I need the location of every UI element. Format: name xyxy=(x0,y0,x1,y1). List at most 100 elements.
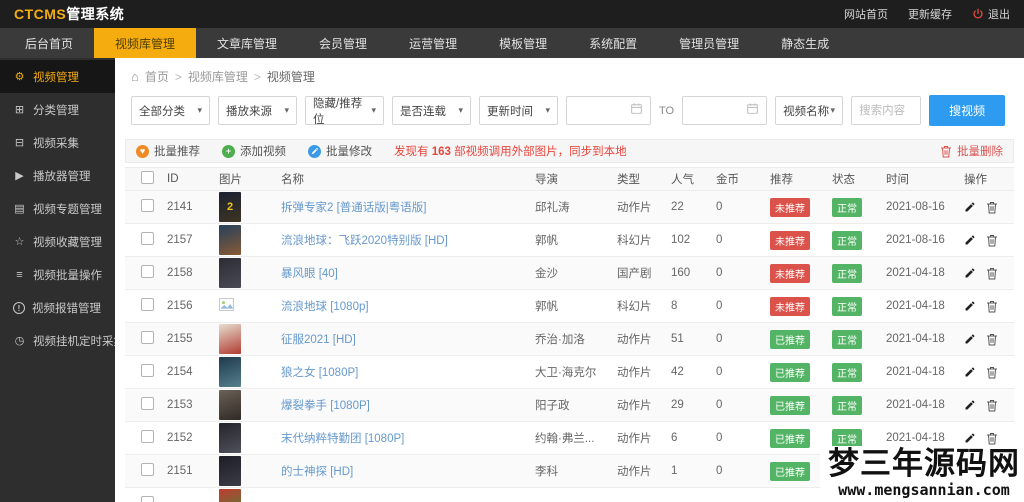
video-name-link[interactable]: 征服2021 [HD] xyxy=(281,334,356,346)
sidebar-item-1[interactable]: ⊞ 分类管理 xyxy=(0,93,115,126)
select-all-checkbox[interactable] xyxy=(141,171,154,184)
status-badge[interactable]: 正常 xyxy=(832,296,862,316)
status-badge[interactable]: 正常 xyxy=(832,329,862,349)
video-name-link[interactable]: 爆裂拳手 [1080P] xyxy=(281,400,370,412)
row-checkbox[interactable] xyxy=(141,496,154,502)
delete-row-button[interactable] xyxy=(986,300,998,313)
batch-recommend-button[interactable]: ♥ 批量推荐 xyxy=(136,143,200,159)
video-type: 动作片 xyxy=(617,433,652,445)
nav-item-7[interactable]: 管理员管理 xyxy=(658,28,760,58)
refresh-cache-link[interactable]: 更新缓存 xyxy=(908,6,952,22)
video-name-link[interactable]: 末代纳粹特勤团 [1080P] xyxy=(281,433,404,445)
logout-link[interactable]: 退出 xyxy=(972,6,1010,22)
recommend-badge[interactable]: 未推荐 xyxy=(770,296,810,316)
recommend-badge[interactable]: 已推荐 xyxy=(770,329,810,349)
delete-row-button[interactable] xyxy=(986,366,998,379)
video-name-link[interactable]: 流浪地球：飞跃2020特别版 [HD] xyxy=(281,235,448,247)
batch-edit-button[interactable]: 批量修改 xyxy=(308,143,372,159)
recommend-badge[interactable]: 未推荐 xyxy=(770,230,810,250)
row-actions xyxy=(964,432,1014,445)
row-checkbox[interactable] xyxy=(141,397,154,410)
sidebar-item-5[interactable]: ☆ 视频收藏管理 xyxy=(0,225,115,258)
status-badge[interactable]: 正常 xyxy=(832,395,862,415)
recommend-badge[interactable]: 已推荐 xyxy=(770,395,810,415)
edit-row-button[interactable] xyxy=(964,300,976,312)
video-name-link[interactable]: 的士神探 [HD] xyxy=(281,466,353,478)
breadcrumb-item-0[interactable]: 首页 xyxy=(145,68,169,85)
edit-row-button[interactable] xyxy=(964,333,976,345)
date-from-input[interactable] xyxy=(566,96,651,125)
edit-row-button[interactable] xyxy=(964,399,976,411)
delete-row-button[interactable] xyxy=(986,234,998,247)
sidebar-item-3[interactable]: ▶ 播放器管理 xyxy=(0,159,115,192)
filter-select-category[interactable]: 全部分类 ▾ xyxy=(131,96,210,125)
sidebar-item-0[interactable]: ⚙ 视频管理 xyxy=(0,60,115,93)
inbox-icon: ⊟ xyxy=(14,137,25,149)
filter-select-serial[interactable]: 是否连载 ▾ xyxy=(392,96,471,125)
filter-select-visibility[interactable]: 隐藏/推荐位 ▾ xyxy=(305,96,384,126)
external-image-notice[interactable]: 发现有 163 部视频调用外部图片，同步到本地 xyxy=(394,143,627,159)
row-checkbox[interactable] xyxy=(141,199,154,212)
row-checkbox[interactable] xyxy=(141,430,154,443)
recommend-badge[interactable]: 已推荐 xyxy=(770,362,810,382)
add-video-button[interactable]: + 添加视频 xyxy=(222,143,286,159)
delete-row-button[interactable] xyxy=(986,333,998,346)
nav-item-2[interactable]: 文章库管理 xyxy=(196,28,298,58)
delete-row-button[interactable] xyxy=(986,267,998,280)
breadcrumb-item-1[interactable]: 视频库管理 xyxy=(188,68,248,85)
sidebar-item-6[interactable]: ≡ 视频批量操作 xyxy=(0,258,115,291)
row-checkbox[interactable] xyxy=(141,331,154,344)
video-name-link[interactable]: 流浪地球 [1080p] xyxy=(281,301,369,313)
edit-row-button[interactable] xyxy=(964,432,976,444)
video-name-link[interactable]: 狼之女 [1080P] xyxy=(281,367,358,379)
video-director: 阳子政 xyxy=(535,400,570,412)
nav-item-6[interactable]: 系统配置 xyxy=(568,28,658,58)
sidebar-item-8[interactable]: ◷ 视频挂机定时采集 xyxy=(0,324,125,357)
edit-row-button[interactable] xyxy=(964,366,976,378)
recommend-badge[interactable]: 未推荐 xyxy=(770,263,810,283)
row-checkbox[interactable] xyxy=(141,364,154,377)
edit-row-button[interactable] xyxy=(964,201,976,213)
row-checkbox[interactable] xyxy=(141,298,154,311)
edit-row-button[interactable] xyxy=(964,267,976,279)
row-checkbox[interactable] xyxy=(141,232,154,245)
recommend-badge[interactable]: 已推荐 xyxy=(770,428,810,448)
recommend-badge[interactable]: 已推荐 xyxy=(770,461,810,481)
delete-row-button[interactable] xyxy=(986,399,998,412)
row-checkbox[interactable] xyxy=(141,265,154,278)
row-checkbox[interactable] xyxy=(141,463,154,476)
status-badge[interactable]: 正常 xyxy=(832,428,862,448)
edit-row-button[interactable] xyxy=(964,234,976,246)
sidebar-item-7[interactable]: ! 视频报错管理 xyxy=(0,291,115,324)
recommend-cell: 未推荐 xyxy=(770,230,832,250)
sidebar-item-4[interactable]: ▤ 视频专题管理 xyxy=(0,192,115,225)
filter-select-time[interactable]: 更新时间 ▾ xyxy=(479,96,558,125)
site-home-link[interactable]: 网站首页 xyxy=(844,6,888,22)
status-badge[interactable]: 正常 xyxy=(832,230,862,250)
nav-item-5[interactable]: 模板管理 xyxy=(478,28,568,58)
nav-item-4[interactable]: 运营管理 xyxy=(388,28,478,58)
delete-row-button[interactable] xyxy=(986,201,998,214)
status-badge[interactable]: 正常 xyxy=(832,362,862,382)
nav-item-0[interactable]: 后台首页 xyxy=(4,28,94,58)
recommend-badge[interactable]: 未推荐 xyxy=(770,197,810,217)
video-name-link[interactable]: 拆弹专家2 [普通话版|粤语版] xyxy=(281,202,426,214)
nav-item-3[interactable]: 会员管理 xyxy=(298,28,388,58)
filter-select-field[interactable]: 视频名称 ▾ xyxy=(775,96,844,125)
batch-delete-button[interactable]: 批量删除 xyxy=(940,143,1003,159)
calendar-icon xyxy=(630,102,643,120)
filter-select-label: 播放来源 xyxy=(226,105,272,118)
status-badge[interactable]: 正常 xyxy=(832,263,862,283)
search-video-button[interactable]: 搜视频 xyxy=(929,95,1006,126)
search-input[interactable] xyxy=(851,96,922,125)
status-badge[interactable]: 正常 xyxy=(832,197,862,217)
nav-item-8[interactable]: 静态生成 xyxy=(760,28,850,58)
video-name-link[interactable]: 暴风眼 [40] xyxy=(281,268,338,280)
video-id: 2155 xyxy=(167,333,193,345)
date-to-input[interactable] xyxy=(682,96,768,125)
nav-item-1[interactable]: 视频库管理 xyxy=(94,28,197,58)
filter-select-source[interactable]: 播放来源 ▾ xyxy=(218,96,297,125)
delete-row-button[interactable] xyxy=(986,432,998,445)
sidebar-item-2[interactable]: ⊟ 视频采集 xyxy=(0,126,115,159)
recommend-cell: 已推荐 xyxy=(770,362,832,382)
